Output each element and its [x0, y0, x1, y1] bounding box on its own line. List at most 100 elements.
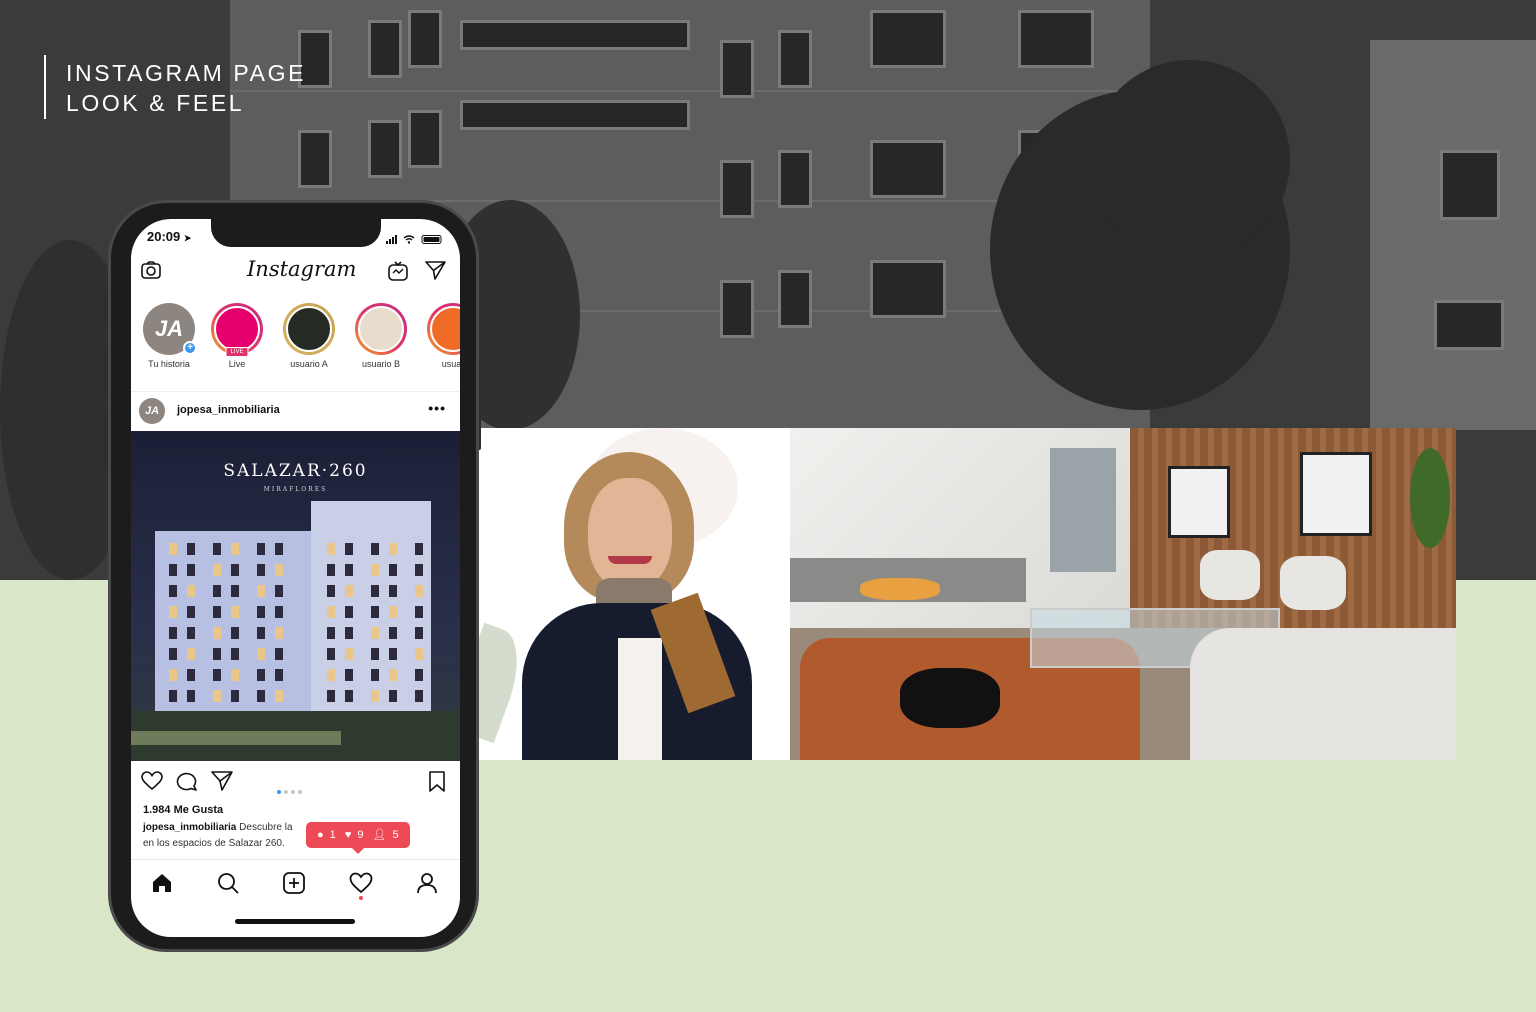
building-window [231, 690, 239, 702]
building-window [257, 669, 265, 681]
igtv-icon[interactable] [388, 261, 408, 286]
building-window [231, 564, 239, 576]
building-window [327, 543, 335, 555]
post-actions [131, 767, 460, 797]
building-window [327, 690, 335, 702]
building-window [345, 606, 353, 618]
profile-icon[interactable] [416, 872, 438, 899]
building-window [213, 543, 221, 555]
building-window [169, 564, 177, 576]
building-window [327, 669, 335, 681]
building-window [231, 627, 239, 639]
building-window [389, 606, 397, 618]
building-window [213, 690, 221, 702]
story-item[interactable]: usuar [424, 303, 460, 369]
phone-screen: 20:09 ➤ Instagram JA + Tu historia LIVE … [131, 219, 460, 937]
building-window [213, 648, 221, 660]
building-window [169, 585, 177, 597]
photo-strip [478, 428, 1456, 760]
likes-count[interactable]: 1.984 Me Gusta [143, 804, 223, 816]
building-window [187, 648, 195, 660]
status-time: 20:09 ➤ [147, 229, 192, 244]
post-image[interactable]: SALAZAR·260 MIRAFLORES [131, 431, 460, 761]
share-icon[interactable] [211, 771, 233, 796]
instagram-logo: Instagram [247, 257, 357, 281]
story-item[interactable]: usuario B [352, 303, 410, 369]
building-window [389, 585, 397, 597]
building-window [187, 690, 195, 702]
follower-count-icon: 👤︎ [372, 829, 387, 841]
building-window [327, 648, 335, 660]
app-header: Instagram [131, 255, 460, 295]
story-live[interactable]: LIVE Live [208, 303, 266, 369]
building-window [275, 669, 283, 681]
like-count-icon: ♥ [344, 829, 352, 841]
building-window [169, 669, 177, 681]
building-window [213, 606, 221, 618]
bookmark-icon[interactable] [428, 771, 446, 797]
caption-text: Descubre la [239, 822, 293, 833]
activity-notification[interactable]: ● 1 ♥ 9 👤︎ 5 [306, 822, 410, 854]
building-window [371, 627, 379, 639]
building-window [257, 585, 265, 597]
building-window [169, 606, 177, 618]
building-window [327, 585, 335, 597]
building-window [257, 648, 265, 660]
page-title-line1: INSTAGRAM PAGE [66, 60, 307, 86]
building-window [345, 690, 353, 702]
building-window [213, 669, 221, 681]
status-icons [386, 232, 444, 250]
direct-icon[interactable] [425, 261, 446, 285]
post-avatar[interactable]: JA [139, 398, 165, 424]
building-window [275, 543, 283, 555]
caption-text-line2: en los espacios de Salazar 260. [143, 838, 285, 849]
building-window [257, 543, 265, 555]
building-window [213, 585, 221, 597]
building-window [345, 543, 353, 555]
camera-icon[interactable] [141, 261, 161, 284]
building-window [415, 669, 423, 681]
building-window [187, 564, 195, 576]
building-window [371, 585, 379, 597]
building-window [415, 585, 423, 597]
post-caption: jopesa_inmobiliaria Descubre la en los e… [143, 820, 313, 852]
building-window [231, 606, 239, 618]
search-icon[interactable] [217, 872, 239, 899]
comment-icon[interactable] [176, 771, 198, 796]
building-window [257, 606, 265, 618]
building-window [389, 543, 397, 555]
bottom-tab-bar [131, 859, 460, 909]
post-username[interactable]: jopesa_inmobiliaria [177, 404, 280, 416]
more-options-icon[interactable]: ••• [428, 400, 446, 416]
story-label: Tu historia [148, 359, 190, 369]
heart-icon[interactable] [141, 771, 163, 796]
building-window [275, 606, 283, 618]
building-window [275, 585, 283, 597]
stories-bar: JA + Tu historia LIVE Live usuario A usua… [131, 303, 460, 375]
building-window [345, 585, 353, 597]
building-window [345, 669, 353, 681]
building-window [327, 606, 335, 618]
building-window [187, 669, 195, 681]
home-icon[interactable] [151, 872, 173, 899]
follower-count: 5 [392, 829, 399, 841]
building-window [187, 585, 195, 597]
like-count: 9 [357, 829, 364, 841]
story-label: usuario B [361, 359, 401, 369]
building-window [213, 564, 221, 576]
story-avatar: JA + [143, 303, 197, 355]
building-window [371, 564, 379, 576]
building-window [257, 627, 265, 639]
post-image-title: SALAZAR·260 [223, 461, 368, 481]
building-window [415, 606, 423, 618]
activity-icon[interactable] [349, 872, 373, 899]
building-window [389, 669, 397, 681]
add-icon[interactable] [283, 872, 305, 899]
building-window [169, 627, 177, 639]
story-item[interactable]: usuario A [280, 303, 338, 369]
building-window [231, 585, 239, 597]
building-window [415, 648, 423, 660]
story-own[interactable]: JA + Tu historia [140, 303, 198, 369]
building-window [231, 648, 239, 660]
caption-username[interactable]: jopesa_inmobiliaria [143, 822, 236, 833]
